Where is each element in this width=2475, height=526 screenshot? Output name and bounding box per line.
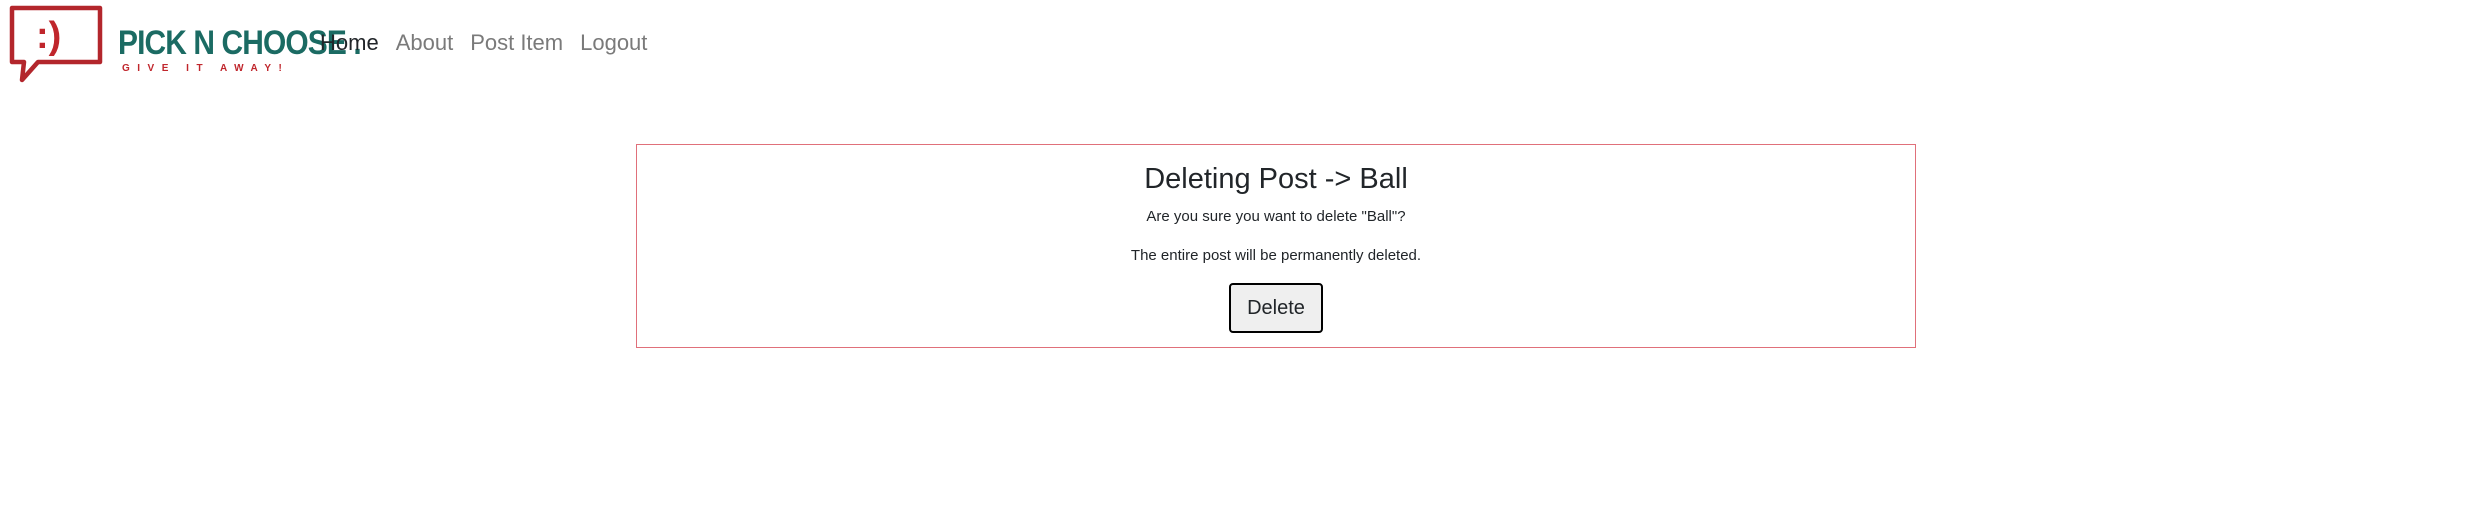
delete-confirmation-panel: Deleting Post -> Ball Are you sure you w… xyxy=(636,144,1916,348)
nav-home-link[interactable]: Home xyxy=(320,28,379,58)
nav-post-item-link[interactable]: Post Item xyxy=(470,28,563,58)
delete-button[interactable]: Delete xyxy=(1229,283,1323,333)
brand-tagline: GIVE IT AWAY! xyxy=(122,63,290,74)
page-title: Deleting Post -> Ball xyxy=(1144,163,1408,195)
navbar: :) PICK N CHOOSE . GIVE IT AWAY! Home Ab… xyxy=(0,0,2475,88)
brand-logo[interactable]: :) PICK N CHOOSE . GIVE IT AWAY! xyxy=(8,4,362,83)
confirmation-question: Are you sure you want to delete "Ball"? xyxy=(1146,208,1406,225)
speech-bubble-smiley-icon: :) xyxy=(9,5,103,83)
main-nav: Home About Post Item Logout xyxy=(320,28,647,58)
logo-smiley-glyph: :) xyxy=(36,15,61,57)
nav-logout-link[interactable]: Logout xyxy=(580,28,647,58)
permanent-deletion-warning: The entire post will be permanently dele… xyxy=(1130,247,1422,264)
nav-about-link[interactable]: About xyxy=(396,28,454,58)
